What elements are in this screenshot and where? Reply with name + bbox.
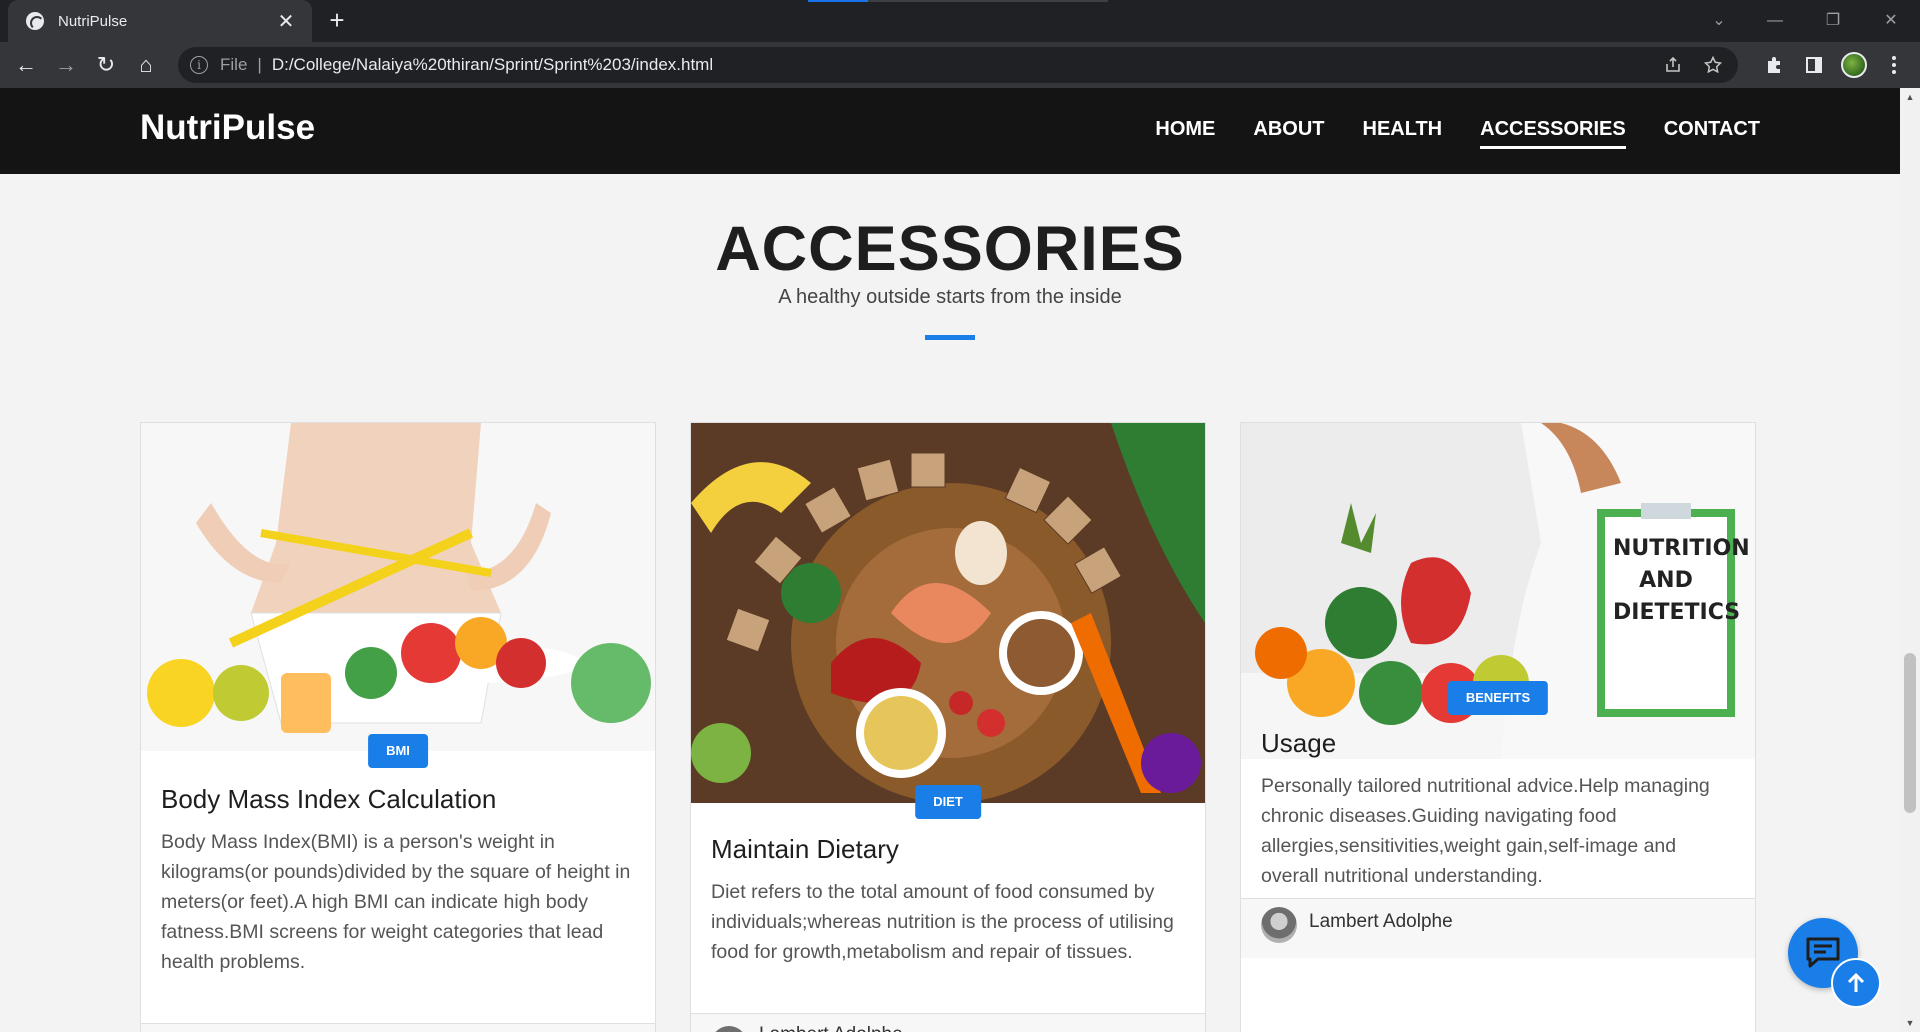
author-avatar bbox=[711, 1026, 747, 1032]
page-scrollbar[interactable]: ▲ ▼ bbox=[1900, 88, 1920, 1032]
badge-benefits[interactable]: BENEFITS bbox=[1447, 681, 1549, 715]
site-logo[interactable]: NutriPulse bbox=[140, 108, 315, 148]
tab-title: NutriPulse bbox=[58, 12, 128, 30]
badge-bmi[interactable]: BMI bbox=[368, 734, 428, 768]
forward-icon[interactable]: → bbox=[46, 45, 86, 85]
card-benefits: NUTRITION AND DIETETICS BENEFITS Usage P… bbox=[1240, 422, 1756, 1032]
tab-search-icon[interactable]: ⌄ bbox=[1694, 6, 1744, 36]
card-title-bmi: Body Mass Index Calculation bbox=[161, 784, 497, 814]
new-tab-button[interactable]: + bbox=[322, 6, 352, 36]
address-separator: | bbox=[257, 55, 262, 74]
card-footer-benefits: Lambert Adolphe bbox=[1241, 898, 1755, 958]
minimize-button[interactable]: — bbox=[1750, 6, 1800, 36]
browser-tab-bar: NutriPulse ✕ + ⌄ — ❐ ✕ bbox=[0, 0, 1920, 42]
address-bar[interactable]: i File | D:/College/Nalaiya%20thiran/Spr… bbox=[178, 47, 1738, 83]
card-footer-diet: Lambert Adolphe bbox=[691, 1013, 1205, 1032]
author-avatar bbox=[1261, 907, 1297, 943]
card-title-benefits: Usage bbox=[1261, 728, 1337, 758]
author-name: Lambert Adolphe bbox=[1309, 911, 1453, 932]
restore-button[interactable]: ❐ bbox=[1808, 6, 1858, 36]
card-footer-bmi bbox=[141, 1023, 655, 1032]
card-image-bmi bbox=[141, 423, 655, 751]
scroll-up-arrow[interactable]: ▲ bbox=[1900, 88, 1920, 106]
nav-home[interactable]: HOME bbox=[1155, 118, 1215, 149]
card-text-benefits: Personally tailored nutritional advice.H… bbox=[1261, 775, 1710, 887]
info-icon[interactable]: i bbox=[190, 56, 208, 74]
nav-contact[interactable]: CONTACT bbox=[1664, 118, 1760, 149]
clipboard-text: NUTRITION AND DIETETICS bbox=[1613, 536, 1750, 625]
section-title: ACCESSORIES bbox=[715, 214, 1185, 284]
address-scheme-label: File bbox=[220, 55, 248, 74]
tab-close-icon[interactable]: ✕ bbox=[274, 9, 298, 34]
home-icon[interactable]: ⌂ bbox=[126, 45, 166, 85]
menu-kebab-icon[interactable] bbox=[1874, 45, 1914, 85]
reload-icon[interactable]: ↻ bbox=[86, 45, 126, 85]
scrollbar-thumb[interactable] bbox=[1904, 653, 1916, 813]
globe-icon bbox=[26, 12, 44, 30]
section-underline bbox=[925, 335, 975, 340]
share-icon[interactable] bbox=[1656, 45, 1690, 85]
tab-loading-indicator bbox=[808, 0, 1108, 2]
nav-about[interactable]: ABOUT bbox=[1253, 118, 1324, 149]
side-panel-icon[interactable] bbox=[1794, 45, 1834, 85]
card-diet: DIET Maintain Dietary Diet refers to the… bbox=[690, 422, 1206, 1032]
nav-health[interactable]: HEALTH bbox=[1363, 118, 1443, 149]
site-navbar: NutriPulse HOME ABOUT HEALTH ACCESSORIES… bbox=[0, 88, 1900, 174]
back-icon[interactable]: ← bbox=[6, 45, 46, 85]
card-bmi: BMI Body Mass Index Calculation Body Mas… bbox=[140, 422, 656, 1032]
author-name: Lambert Adolphe bbox=[759, 1024, 903, 1032]
back-to-top-button[interactable] bbox=[1831, 958, 1881, 1008]
page-viewport: NutriPulse HOME ABOUT HEALTH ACCESSORIES… bbox=[0, 88, 1900, 1032]
arrow-up-icon bbox=[1847, 972, 1865, 992]
card-title-diet: Maintain Dietary bbox=[711, 834, 899, 864]
window-close-button[interactable]: ✕ bbox=[1866, 6, 1916, 36]
browser-toolbar: ← → ↻ ⌂ i File | D:/College/Nalaiya%20th… bbox=[0, 42, 1920, 88]
card-image-diet bbox=[691, 423, 1205, 803]
card-text-bmi: Body Mass Index(BMI) is a person's weigh… bbox=[161, 831, 631, 973]
browser-tab[interactable]: NutriPulse ✕ bbox=[8, 0, 312, 42]
badge-diet[interactable]: DIET bbox=[915, 785, 981, 819]
bookmark-star-icon[interactable] bbox=[1696, 45, 1730, 85]
extensions-icon[interactable] bbox=[1754, 45, 1794, 85]
scroll-down-arrow[interactable]: ▼ bbox=[1900, 1014, 1920, 1032]
profile-avatar[interactable] bbox=[1834, 45, 1874, 85]
main-nav: HOME ABOUT HEALTH ACCESSORIES CONTACT bbox=[1155, 118, 1760, 149]
nav-accessories[interactable]: ACCESSORIES bbox=[1480, 118, 1626, 149]
section-subtitle: A healthy outside starts from the inside bbox=[778, 286, 1122, 308]
address-url[interactable]: D:/College/Nalaiya%20thiran/Sprint/Sprin… bbox=[272, 55, 713, 75]
card-text-diet: Diet refers to the total amount of food … bbox=[711, 881, 1174, 963]
